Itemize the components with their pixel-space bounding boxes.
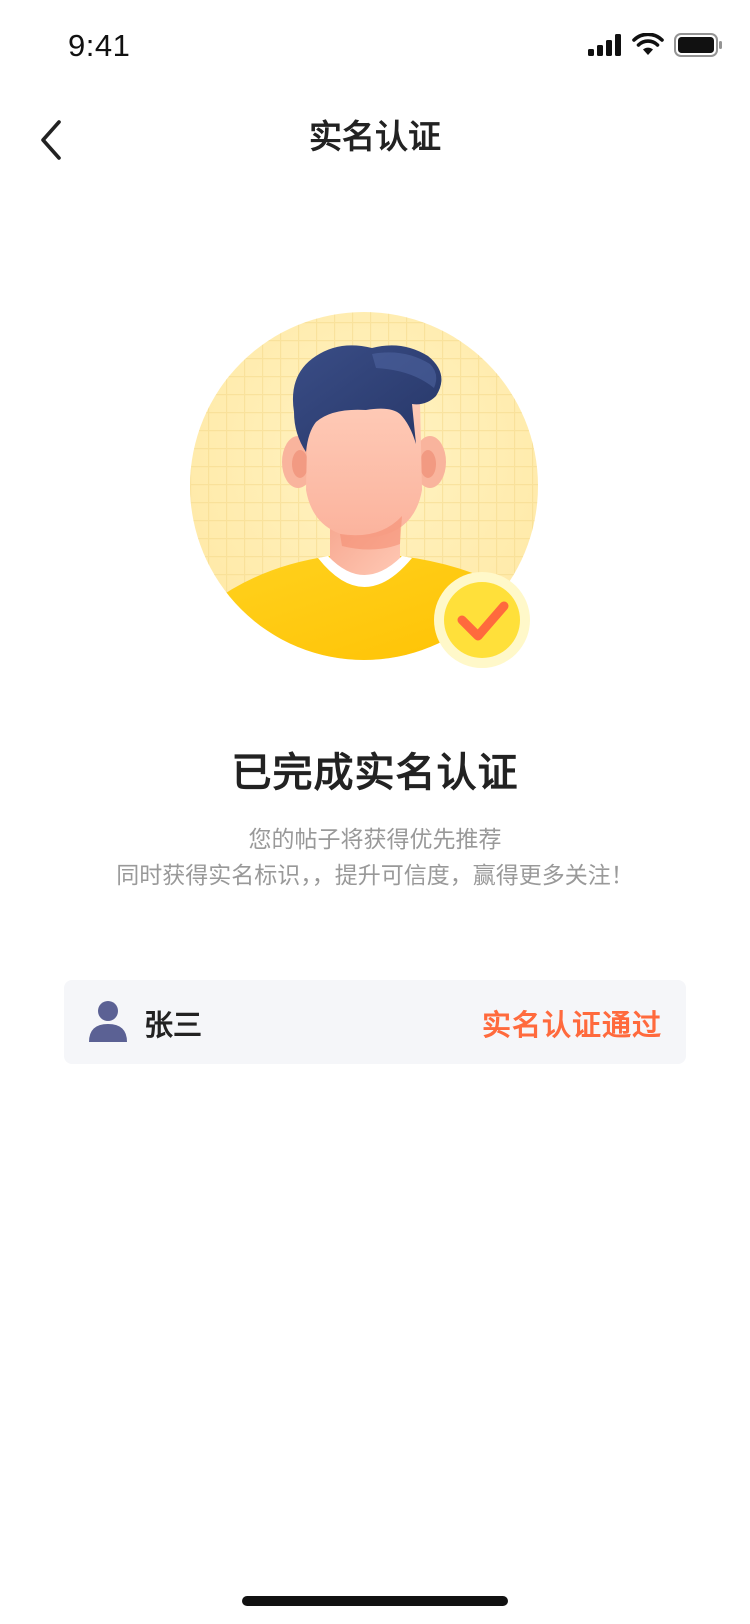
home-indicator[interactable] [242,1596,508,1606]
avatar-illustration [190,312,538,668]
user-icon [89,1001,127,1042]
verification-status: 实名认证通过 [481,1008,662,1042]
user-name: 张三 [144,1008,203,1042]
benefit-text-1: 您的帖子将获得优先推荐 [248,827,502,853]
verified-badge-icon [434,572,530,668]
benefit-text-2: 同时获得实名标识，，提升可信度，赢得更多关注！ [116,863,634,889]
verified-avatar-illustration [190,304,550,676]
status-icons [588,32,722,58]
status-time: 9:41 [68,28,131,63]
battery-icon [674,33,722,57]
wifi-icon [632,33,664,55]
page-title: 实名认证 [309,117,441,156]
status-bar: 9:41 [0,0,750,96]
success-title: 已完成实名认证 [231,750,519,796]
verification-info-card: 张三 实名认证通过 [64,980,686,1064]
nav-bar: 实名认证 [0,96,750,192]
signal-icon [588,34,621,56]
